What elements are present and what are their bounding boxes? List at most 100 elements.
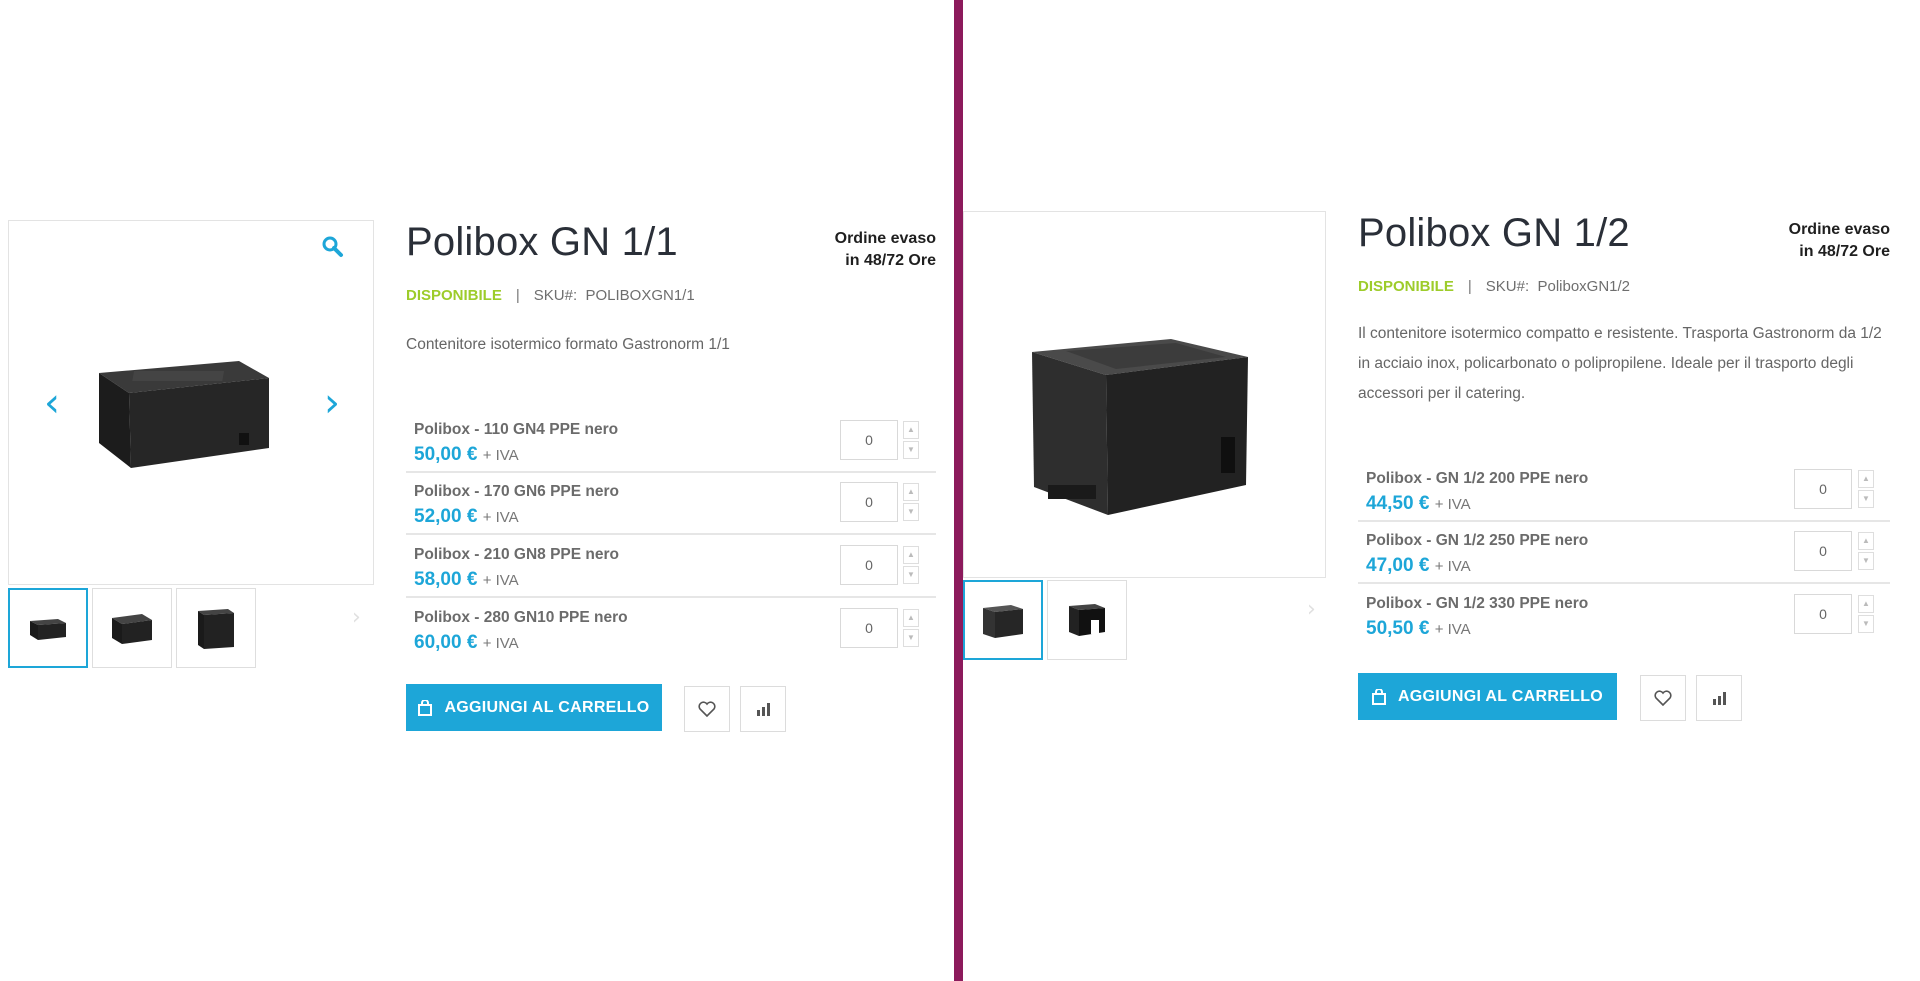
compare-button[interactable]	[1696, 675, 1742, 721]
product-main-image[interactable]: ‹ ›	[8, 220, 374, 585]
quantity-stepper[interactable]: ▲ ▼	[903, 421, 919, 459]
product-description: Contenitore isotermico formato Gastronor…	[406, 336, 730, 353]
variant-price: 60,00 € + IVA	[414, 632, 519, 653]
product-info: Polibox GN 1/2 Ordine evaso in 48/72 Ore…	[1358, 211, 1890, 731]
product-title: Polibox GN 1/1	[406, 220, 678, 264]
add-to-cart-button[interactable]: AGGIUNGI AL CARRELLO	[1358, 673, 1617, 720]
shipping-line-2: in 48/72 Ore	[845, 252, 936, 269]
variant-name: Polibox - GN 1/2 330 PPE nero	[1366, 595, 1589, 612]
availability-badge: DISPONIBILE	[406, 287, 502, 304]
add-to-cart-label: AGGIUNGI AL CARRELLO	[1397, 687, 1604, 705]
increment-button[interactable]: ▲	[903, 421, 919, 439]
heart-icon	[1654, 690, 1672, 706]
variant-price: 50,50 € + IVA	[1366, 618, 1471, 639]
wishlist-button[interactable]	[684, 686, 730, 732]
quantity-stepper[interactable]: ▲ ▼	[903, 546, 919, 584]
compare-button[interactable]	[740, 686, 786, 732]
variant-name: Polibox - 170 GN6 PPE nero	[414, 483, 620, 500]
thumbnail-2[interactable]	[92, 588, 172, 668]
gallery-prev-arrow[interactable]: ‹	[37, 380, 67, 426]
bar-chart-icon	[1713, 692, 1726, 705]
bar-chart-icon	[757, 703, 770, 716]
variant-vat: + IVA	[1434, 496, 1471, 513]
shipping-info: Ordine evaso in 48/72 Ore	[1789, 219, 1890, 263]
heart-icon	[698, 701, 716, 717]
thumbnail-strip	[963, 580, 1127, 660]
thumbnail-1[interactable]	[963, 580, 1043, 660]
product-panel-gn-1-2: › Polibox GN 1/2 Ordine evaso in 48/72 O…	[963, 0, 1920, 981]
product-main-image[interactable]	[963, 211, 1326, 578]
variant-vat: + IVA	[482, 572, 519, 589]
gallery-next-arrow[interactable]: ›	[317, 380, 347, 426]
meta-separator: |	[1467, 278, 1472, 295]
thumbnail-2[interactable]	[1047, 580, 1127, 660]
product-meta: DISPONIBILE | SKU#: POLIBOXGN1/1	[406, 287, 695, 304]
quantity-stepper[interactable]: ▲ ▼	[903, 609, 919, 647]
decrement-button[interactable]: ▼	[903, 629, 919, 647]
variant-vat: + IVA	[482, 635, 519, 652]
wishlist-button[interactable]	[1640, 675, 1686, 721]
quantity-stepper[interactable]: ▲ ▼	[1858, 595, 1874, 633]
add-to-cart-button[interactable]: AGGIUNGI AL CARRELLO	[406, 684, 662, 731]
decrement-button[interactable]: ▼	[1858, 615, 1874, 633]
variant-row: Polibox - GN 1/2 250 PPE nero 47,00 € + …	[1358, 524, 1890, 584]
product-panel-gn-1-1: ‹ › › Polibox GN 1/1 Ordine evaso in 48/…	[0, 0, 954, 981]
shipping-info: Ordine evaso in 48/72 Ore	[835, 228, 936, 272]
variant-row: Polibox - 110 GN4 PPE nero 50,00 € + IVA…	[406, 413, 936, 473]
increment-button[interactable]: ▲	[1858, 595, 1874, 613]
quantity-input[interactable]	[1794, 531, 1852, 571]
thumbnail-1[interactable]	[8, 588, 88, 668]
increment-button[interactable]: ▲	[903, 546, 919, 564]
increment-button[interactable]: ▲	[903, 609, 919, 627]
thumbnail-box-image	[1069, 604, 1105, 636]
product-info: Polibox GN 1/1 Ordine evaso in 48/72 Ore…	[406, 220, 936, 740]
zoom-icon[interactable]	[321, 235, 345, 259]
sku-label: SKU#:	[533, 287, 578, 304]
quantity-stepper[interactable]: ▲ ▼	[903, 483, 919, 521]
quantity-input[interactable]	[840, 608, 898, 648]
decrement-button[interactable]: ▼	[1858, 490, 1874, 508]
availability-badge: DISPONIBILE	[1358, 278, 1454, 295]
shopping-bag-icon	[1371, 688, 1386, 705]
variant-row: Polibox - 210 GN8 PPE nero 58,00 € + IVA…	[406, 538, 936, 598]
product-actions: AGGIUNGI AL CARRELLO	[406, 684, 936, 734]
product-actions: AGGIUNGI AL CARRELLO	[1358, 673, 1890, 723]
decrement-button[interactable]: ▼	[903, 566, 919, 584]
sku-value: POLIBOXGN1/1	[585, 287, 695, 304]
variant-vat: + IVA	[482, 509, 519, 526]
variant-vat: + IVA	[1434, 621, 1471, 638]
increment-button[interactable]: ▲	[903, 483, 919, 501]
shipping-line-1: Ordine evaso	[834, 230, 936, 247]
variant-row: Polibox - GN 1/2 200 PPE nero 44,50 € + …	[1358, 462, 1890, 522]
quantity-stepper[interactable]: ▲ ▼	[1858, 532, 1874, 570]
quantity-input[interactable]	[840, 545, 898, 585]
thumbnail-box-image	[983, 605, 1023, 638]
add-to-cart-label: AGGIUNGI AL CARRELLO	[444, 698, 650, 716]
product-box-image	[99, 361, 269, 468]
shipping-line-2: in 48/72 Ore	[1799, 243, 1890, 260]
quantity-input[interactable]	[840, 482, 898, 522]
quantity-stepper[interactable]: ▲ ▼	[1858, 470, 1874, 508]
variant-name: Polibox - 110 GN4 PPE nero	[414, 421, 619, 438]
variant-row: Polibox - 170 GN6 PPE nero 52,00 € + IVA…	[406, 475, 936, 535]
meta-separator: |	[515, 287, 520, 304]
product-box-image	[1032, 339, 1248, 515]
thumbnails-next-arrow[interactable]: ›	[352, 605, 361, 630]
comparison-divider	[954, 0, 963, 981]
quantity-input[interactable]	[840, 420, 898, 460]
variant-vat: + IVA	[1434, 558, 1471, 575]
quantity-input[interactable]	[1794, 469, 1852, 509]
decrement-button[interactable]: ▼	[903, 503, 919, 521]
variant-price: 58,00 € + IVA	[414, 569, 519, 590]
product-title: Polibox GN 1/2	[1358, 211, 1630, 255]
thumbnail-3[interactable]	[176, 588, 256, 668]
decrement-button[interactable]: ▼	[1858, 552, 1874, 570]
decrement-button[interactable]: ▼	[903, 441, 919, 459]
increment-button[interactable]: ▲	[1858, 532, 1874, 550]
thumbnails-next-arrow[interactable]: ›	[1307, 597, 1316, 622]
thumbnail-strip	[8, 588, 256, 668]
increment-button[interactable]: ▲	[1858, 470, 1874, 488]
quantity-input[interactable]	[1794, 594, 1852, 634]
product-description: Il contenitore isotermico compatto e res…	[1358, 325, 1882, 402]
thumbnail-box-image	[198, 609, 234, 649]
